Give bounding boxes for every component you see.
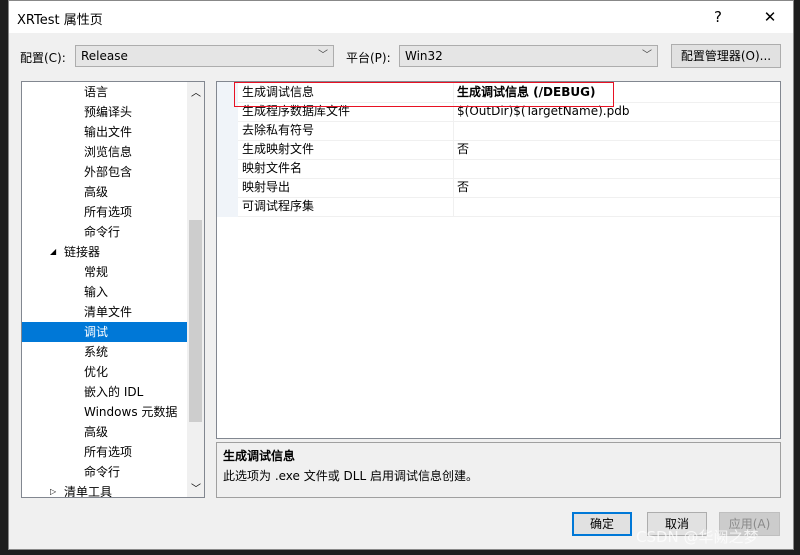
tree-scrollbar[interactable]: ︿ ﹀	[187, 82, 204, 497]
tree-item[interactable]: 外部包含	[22, 162, 187, 182]
config-value: Release	[81, 49, 128, 63]
tree-item-label: 预编译头	[84, 105, 133, 119]
tree-item-label: 常规	[84, 265, 109, 279]
description-panel: 生成调试信息 此选项为 .exe 文件或 DLL 启用调试信息创建。	[216, 442, 781, 498]
tree-item-label: 高级	[84, 185, 109, 199]
tree-item-label: 调试	[84, 325, 109, 339]
tree-item[interactable]: 所有选项	[22, 202, 187, 222]
tree-item[interactable]: 语言	[22, 82, 187, 102]
description-text: 此选项为 .exe 文件或 DLL 启用调试信息创建。	[223, 469, 478, 483]
property-name: 生成映射文件	[242, 142, 315, 156]
tree-item[interactable]: 高级	[22, 182, 187, 202]
tree-item[interactable]: 高级	[22, 422, 187, 442]
tree-item[interactable]: 清单文件	[22, 302, 187, 322]
property-name: 可调试程序集	[242, 199, 315, 213]
collapsed-icon[interactable]: ▷	[50, 482, 56, 497]
tree-item[interactable]: 命令行	[22, 462, 187, 482]
highlight-box	[234, 82, 614, 107]
tree-item-label: 优化	[84, 365, 109, 379]
tree-item-label: 语言	[84, 85, 109, 99]
property-name: 映射导出	[242, 180, 291, 194]
property-row[interactable]: 映射导出 否	[238, 178, 780, 198]
tree-item[interactable]: 输出文件	[22, 122, 187, 142]
tree-item[interactable]: 优化	[22, 362, 187, 382]
chevron-down-icon: ﹀	[318, 50, 328, 61]
config-label: 配置(C):	[20, 51, 66, 65]
tree-item[interactable]: 系统	[22, 342, 187, 362]
tree-item-label: 高级	[84, 425, 109, 439]
config-select[interactable]: Release ﹀	[75, 45, 334, 67]
property-name: 去除私有符号	[242, 123, 315, 137]
configuration-manager-button[interactable]: 配置管理器(O)...	[671, 44, 781, 68]
property-value[interactable]: 否	[453, 140, 780, 159]
tree-item[interactable]: 预编译头	[22, 102, 187, 122]
property-row[interactable]: 去除私有符号	[238, 121, 780, 141]
tree-item[interactable]: 调试	[22, 322, 187, 342]
property-row[interactable]: 生成映射文件 否	[238, 140, 780, 160]
scroll-up-icon[interactable]: ︿	[191, 84, 201, 99]
tree-item[interactable]: 命令行	[22, 222, 187, 242]
tree-item[interactable]: ◢ 链接器	[22, 242, 187, 262]
tree-item-label: 输入	[84, 285, 109, 299]
description-title: 生成调试信息	[223, 449, 296, 463]
tree-item-label: 链接器	[64, 245, 101, 259]
property-row[interactable]: 可调试程序集	[238, 197, 780, 217]
window-title: XRTest 属性页	[17, 13, 103, 28]
property-value[interactable]: 否	[453, 178, 780, 197]
property-value[interactable]	[453, 121, 780, 140]
title-bar: XRTest 属性页 ? ✕	[9, 1, 793, 33]
property-value[interactable]	[453, 159, 780, 178]
tree-item[interactable]: 浏览信息	[22, 142, 187, 162]
ok-button[interactable]: 确定	[572, 512, 632, 536]
tree-item-label: 嵌入的 IDL	[84, 385, 144, 399]
tree-item-label: Windows 元数据	[84, 405, 178, 419]
tree-item-label: 输出文件	[84, 125, 133, 139]
property-grid: 生成调试信息 生成调试信息 (/DEBUG) 生成程序数据库文件 $(OutDir)$…	[216, 81, 781, 439]
tree-item-label: 清单文件	[84, 305, 133, 319]
tree-item-label: 所有选项	[84, 205, 133, 219]
tree-item[interactable]: 所有选项	[22, 442, 187, 462]
scrollbar-thumb[interactable]	[189, 220, 202, 422]
tree-item-label: 外部包含	[84, 165, 133, 179]
tree-item-label: 命令行	[84, 465, 121, 479]
category-tree[interactable]: 语言 预编译头 输出文件 浏览信息 外部包含 高级 所有选项 命令行 ◢ 链接器 常规 输入 清单文件调…	[21, 81, 205, 498]
tree-item[interactable]: Windows 元数据	[22, 402, 187, 422]
scroll-down-icon[interactable]: ﹀	[191, 480, 201, 495]
chevron-down-icon: ﹀	[642, 50, 652, 61]
tree-item-label: 清单工具	[64, 485, 113, 498]
property-name: 映射文件名	[242, 161, 303, 175]
expanded-icon[interactable]: ◢	[50, 242, 56, 262]
tree-item-label: 命令行	[84, 225, 121, 239]
tree-item[interactable]: 常规	[22, 262, 187, 282]
tree-item[interactable]: ▷ 清单工具	[22, 482, 187, 498]
close-button[interactable]: ✕	[755, 5, 785, 29]
tree-item-label: 系统	[84, 345, 109, 359]
property-row[interactable]: 映射文件名	[238, 159, 780, 179]
property-value[interactable]	[453, 197, 780, 216]
help-button[interactable]: ?	[703, 5, 733, 29]
property-pages-dialog: XRTest 属性页 ? ✕ 配置(C): Release ﹀ 平台(P): Wi…	[8, 0, 794, 550]
watermark: CSDN @华阙之梦	[636, 528, 759, 546]
tree-item[interactable]: 嵌入的 IDL	[22, 382, 187, 402]
platform-select[interactable]: Win32 ﹀	[399, 45, 658, 67]
tree-item[interactable]: 输入	[22, 282, 187, 302]
platform-label: 平台(P):	[346, 51, 391, 65]
tree-item-label: 浏览信息	[84, 145, 133, 159]
tree-item-label: 所有选项	[84, 445, 133, 459]
platform-value: Win32	[405, 49, 443, 63]
